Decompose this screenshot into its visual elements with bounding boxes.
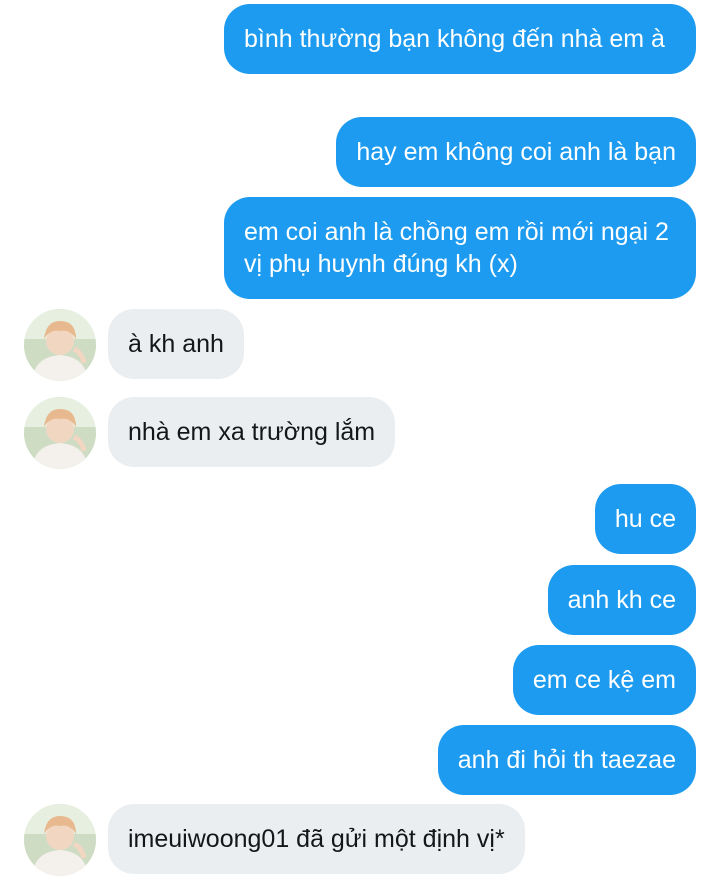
outgoing-message-bubble[interactable]: hay em không coi anh là bạn <box>336 117 696 187</box>
outgoing-message-bubble[interactable]: em coi anh là chồng em rồi mới ngại 2 vị… <box>224 197 696 299</box>
outgoing-message-bubble[interactable]: em ce kệ em <box>512 645 696 715</box>
message-thread: bình thường bạn không đến nhà em à hay e… <box>0 0 720 887</box>
contact-avatar-icon[interactable] <box>24 309 96 381</box>
contact-avatar-icon[interactable] <box>24 397 96 469</box>
outgoing-message-bubble[interactable]: anh kh ce <box>547 565 696 635</box>
outgoing-message-bubble[interactable]: anh đi hỏi th taezae <box>437 725 696 795</box>
outgoing-message-bubble[interactable]: hu ce <box>594 484 696 554</box>
incoming-message-bubble[interactable]: nhà em xa trường lắm <box>108 397 396 467</box>
outgoing-message-bubble[interactable]: bình thường bạn không đến nhà em à <box>224 4 696 74</box>
incoming-message-bubble[interactable]: à kh anh <box>108 309 244 379</box>
incoming-message-bubble[interactable]: imeuiwoong01 đã gửi một định vị* <box>108 804 525 874</box>
contact-avatar-icon[interactable] <box>24 804 96 876</box>
